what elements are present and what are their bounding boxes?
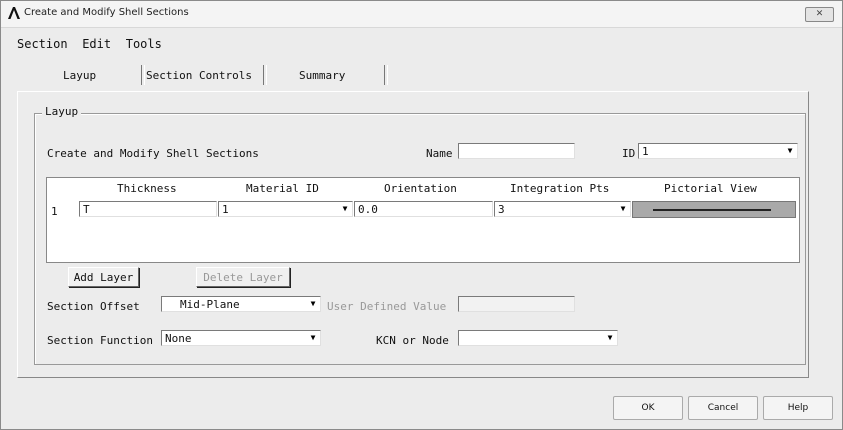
tab-separator [141, 65, 145, 85]
section-function-label: Section Function [47, 334, 153, 347]
column-header-integration-pts: Integration Pts [510, 182, 610, 195]
cancel-button[interactable]: Cancel [688, 396, 758, 420]
help-button[interactable]: Help [763, 396, 833, 420]
tab-summary[interactable]: Summary [299, 69, 345, 82]
tab-section-controls[interactable]: Section Controls [146, 69, 252, 82]
section-offset-select[interactable]: Mid-Plane ▼ [161, 296, 321, 312]
chevron-down-icon: ▼ [607, 333, 613, 342]
add-layer-button[interactable]: Add Layer [68, 267, 139, 287]
material-id-value: 1 [222, 203, 229, 216]
section-function-value: None [165, 332, 192, 345]
chevron-down-icon: ▼ [342, 204, 348, 213]
close-button[interactable]: ✕ [805, 7, 834, 22]
column-header-thickness: Thickness [117, 182, 177, 195]
delete-layer-button: Delete Layer [196, 267, 290, 287]
column-header-material-id: Material ID [246, 182, 319, 195]
menu-bar: Section Edit Tools [17, 37, 170, 51]
ok-button[interactable]: OK [613, 396, 683, 420]
window-title: Create and Modify Shell Sections [24, 7, 189, 18]
tab-separator [384, 65, 388, 85]
ansys-logo-icon [8, 7, 20, 19]
section-function-select[interactable]: None ▼ [161, 330, 321, 346]
tab-separator [263, 65, 267, 85]
kcn-or-node-label: KCN or Node [376, 334, 449, 347]
name-label: Name [426, 147, 453, 160]
column-header-orientation: Orientation [384, 182, 457, 195]
layer-line-icon [653, 209, 771, 211]
chevron-down-icon: ▼ [310, 333, 316, 342]
form-heading: Create and Modify Shell Sections [47, 147, 259, 160]
section-offset-label: Section Offset [47, 300, 140, 313]
row-index: 1 [51, 205, 58, 218]
chevron-down-icon: ▼ [310, 299, 316, 308]
user-defined-value-input [458, 296, 575, 312]
tab-layup[interactable]: Layup [63, 69, 96, 82]
material-id-select[interactable]: 1 ▼ [218, 201, 353, 217]
menu-section[interactable]: Section [17, 37, 68, 51]
id-label: ID [622, 147, 636, 160]
tab-bar: Layup Section Controls Summary [1, 63, 842, 91]
section-offset-value: Mid-Plane [180, 298, 240, 311]
menu-edit[interactable]: Edit [82, 37, 111, 51]
title-bar: Create and Modify Shell Sections ✕ [1, 1, 842, 28]
integration-pts-select[interactable]: 3 ▼ [494, 201, 631, 217]
dialog-window: Create and Modify Shell Sections ✕ Secti… [0, 0, 843, 430]
menu-tools[interactable]: Tools [126, 37, 162, 51]
column-header-pictorial-view: Pictorial View [664, 182, 757, 195]
chevron-down-icon: ▼ [620, 204, 626, 213]
chevron-down-icon: ▼ [787, 146, 793, 155]
id-select[interactable]: 1 ▼ [638, 143, 798, 159]
thickness-input[interactable]: T [79, 201, 217, 217]
id-value: 1 [642, 145, 649, 158]
pictorial-view-cell [632, 201, 796, 218]
kcn-or-node-select[interactable]: ▼ [458, 330, 618, 346]
integration-pts-value: 3 [498, 203, 505, 216]
user-defined-value-label: User Defined Value [327, 300, 447, 313]
name-input[interactable] [458, 143, 575, 159]
layup-group-label: Layup [42, 105, 82, 118]
orientation-input[interactable]: 0.0 [354, 201, 493, 217]
